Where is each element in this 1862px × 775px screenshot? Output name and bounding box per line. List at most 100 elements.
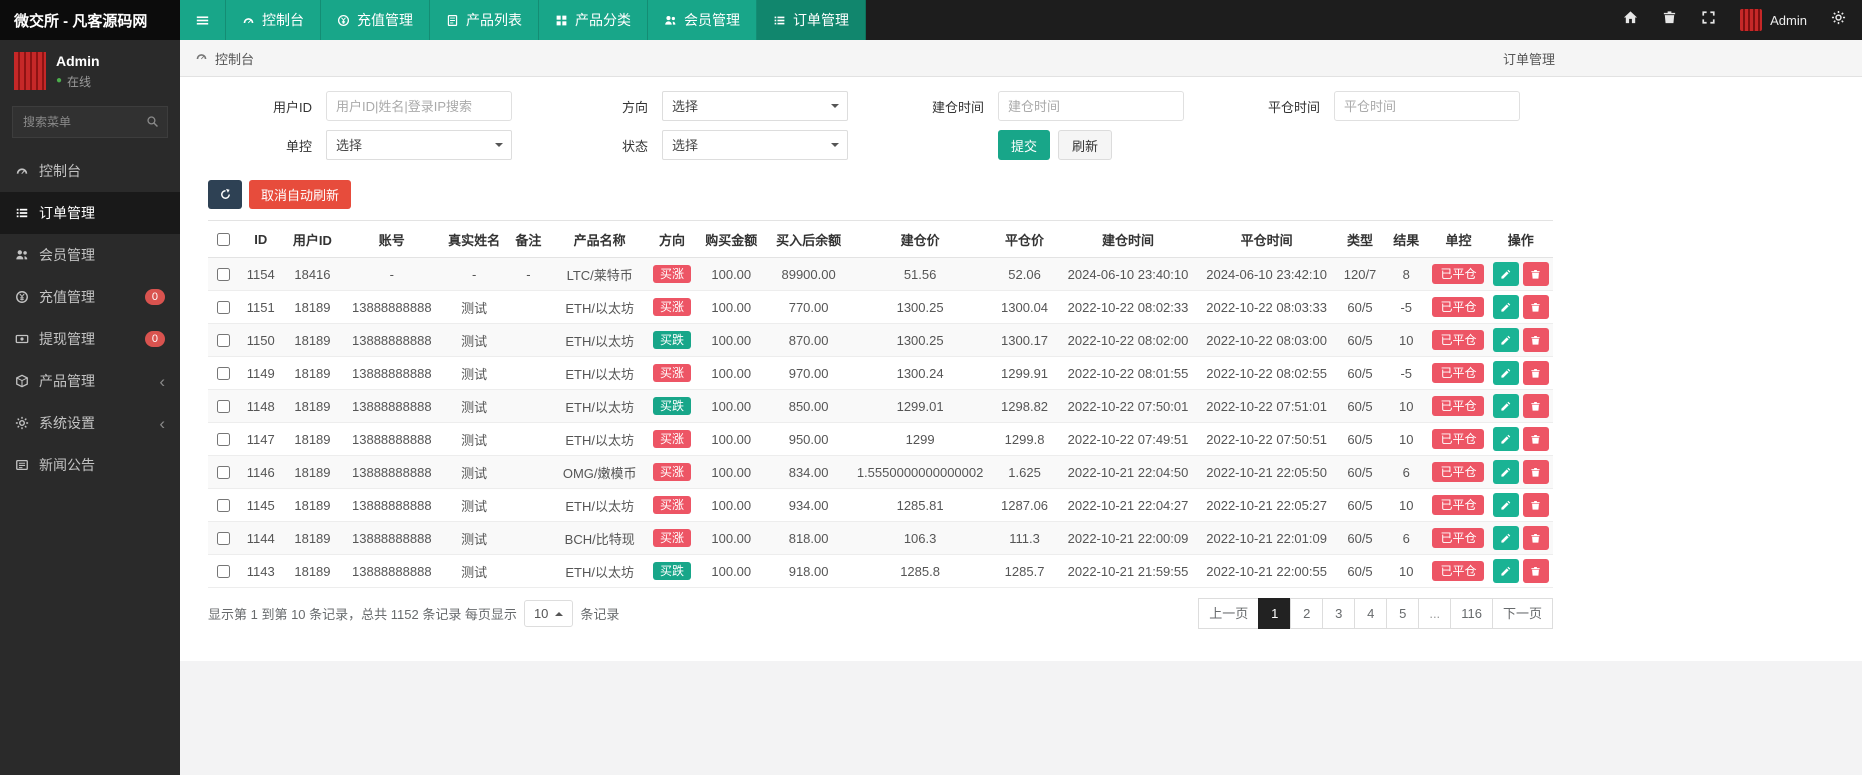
edit-button[interactable] <box>1493 328 1519 352</box>
trash-icon <box>1530 368 1541 379</box>
cell-user-id: 18189 <box>283 522 341 555</box>
delete-button[interactable] <box>1523 361 1549 385</box>
row-checkbox[interactable] <box>217 466 230 479</box>
column-header: 产品名称 <box>550 221 648 258</box>
delete-button[interactable] <box>1523 526 1549 550</box>
delete-button[interactable] <box>1523 295 1549 319</box>
cell-account: 13888888888 <box>342 390 442 423</box>
delete-button[interactable] <box>1523 427 1549 451</box>
delete-button[interactable] <box>1523 559 1549 583</box>
row-checkbox[interactable] <box>217 532 230 545</box>
sidebar-item-settings[interactable]: 系统设置‹ <box>0 402 180 444</box>
sidebar: Admin ● 在线 控制台订单管理会员管理充值管理0提现管理0产品管理‹系统设… <box>0 40 180 775</box>
sidebar-item-recharge[interactable]: 充值管理0 <box>0 276 180 318</box>
topnav-item-recharge[interactable]: 充值管理 <box>321 0 430 40</box>
position-status-badge: 已平仓 <box>1432 297 1484 317</box>
trash-icon <box>1530 467 1541 478</box>
select-all-checkbox[interactable] <box>217 233 230 246</box>
row-checkbox[interactable] <box>217 268 230 281</box>
control-select[interactable]: 选择 <box>326 130 512 160</box>
delete-button[interactable] <box>1523 493 1549 517</box>
sidebar-item-dashboard[interactable]: 控制台 <box>0 150 180 192</box>
sidebar-item-news[interactable]: 新闻公告 <box>0 444 180 486</box>
trash-icon[interactable] <box>1662 10 1677 30</box>
cell-remark <box>506 390 550 423</box>
row-checkbox[interactable] <box>217 433 230 446</box>
next-page-button[interactable]: 下一页 <box>1492 598 1553 629</box>
menu-toggle-button[interactable] <box>180 0 226 40</box>
page-button-116[interactable]: 116 <box>1450 598 1493 629</box>
row-checkbox[interactable] <box>217 367 230 380</box>
prev-page-button[interactable]: 上一页 <box>1198 598 1259 629</box>
sidebar-item-orders[interactable]: 订单管理 <box>0 192 180 234</box>
user-id-input[interactable] <box>326 91 512 121</box>
topnav-item-orders[interactable]: 订单管理 <box>757 0 866 40</box>
topnav-label: 会员管理 <box>684 10 740 30</box>
delete-button[interactable] <box>1523 394 1549 418</box>
row-checkbox[interactable] <box>217 400 230 413</box>
cell-open-price: 1300.24 <box>850 357 991 390</box>
sidebar-item-withdraw[interactable]: 提现管理0 <box>0 318 180 360</box>
topnav-item-members[interactable]: 会员管理 <box>648 0 757 40</box>
page-button-5[interactable]: 5 <box>1386 598 1419 629</box>
delete-button[interactable] <box>1523 262 1549 286</box>
edit-button[interactable] <box>1493 427 1519 451</box>
refresh-button[interactable]: 刷新 <box>1058 130 1112 160</box>
refresh-icon <box>219 188 232 201</box>
edit-button[interactable] <box>1493 526 1519 550</box>
edit-button[interactable] <box>1493 262 1519 286</box>
edit-button[interactable] <box>1493 394 1519 418</box>
cell-user-id: 18189 <box>283 291 341 324</box>
cell-user-id: 18189 <box>283 423 341 456</box>
sidebar-search-input[interactable] <box>12 106 168 138</box>
cell-real-name: - <box>442 258 506 291</box>
open-time-input[interactable] <box>998 91 1184 121</box>
top-menu: 控制台充值管理产品列表产品分类 会员管理订单管理 <box>180 0 866 40</box>
row-checkbox[interactable] <box>217 334 230 347</box>
cell-user-id: 18189 <box>283 456 341 489</box>
sidebar-item-products[interactable]: 产品管理‹ <box>0 360 180 402</box>
settings-gear-icon[interactable] <box>1831 10 1846 30</box>
edit-button[interactable] <box>1493 493 1519 517</box>
delete-button[interactable] <box>1523 328 1549 352</box>
edit-button[interactable] <box>1493 460 1519 484</box>
cell-remark <box>506 324 550 357</box>
submit-button[interactable]: 提交 <box>998 130 1050 160</box>
home-icon[interactable] <box>1623 10 1638 30</box>
edit-button[interactable] <box>1493 559 1519 583</box>
row-checkbox[interactable] <box>217 301 230 314</box>
dashboard-icon <box>195 50 208 66</box>
breadcrumb-right-label: 订单管理 <box>1503 49 1555 68</box>
topnav-item-dashboard[interactable]: 控制台 <box>226 0 321 40</box>
cancel-auto-refresh-button[interactable]: 取消自动刷新 <box>249 180 351 209</box>
cell-id: 1146 <box>238 456 283 489</box>
reload-table-button[interactable] <box>208 180 242 209</box>
direction-label: 方向 <box>544 97 662 116</box>
topnav-item-product-list[interactable]: 产品列表 <box>430 0 539 40</box>
page-button-3[interactable]: 3 <box>1322 598 1355 629</box>
cell-result: 6 <box>1384 456 1428 489</box>
edit-button[interactable] <box>1493 361 1519 385</box>
cell-type: 60/5 <box>1336 357 1384 390</box>
admin-menu[interactable]: Admin <box>1740 9 1807 31</box>
fullscreen-icon[interactable] <box>1701 10 1716 30</box>
row-checkbox[interactable] <box>217 565 230 578</box>
cell-balance: 934.00 <box>767 489 849 522</box>
page-size-select[interactable]: 10 <box>524 600 573 627</box>
column-header: 备注 <box>506 221 550 258</box>
cell-close-time: 2022-10-21 22:05:27 <box>1197 489 1336 522</box>
direction-select[interactable]: 选择 <box>662 91 848 121</box>
cell-product: ETH/以太坊 <box>550 555 648 588</box>
topnav-item-product-category[interactable]: 产品分类 <box>539 0 648 40</box>
page-button-1[interactable]: 1 <box>1258 598 1291 629</box>
row-checkbox[interactable] <box>217 499 230 512</box>
edit-button[interactable] <box>1493 295 1519 319</box>
sidebar-item-members[interactable]: 会员管理 <box>0 234 180 276</box>
close-time-input[interactable] <box>1334 91 1520 121</box>
cell-amount: 100.00 <box>695 522 767 555</box>
page-button-4[interactable]: 4 <box>1354 598 1387 629</box>
delete-button[interactable] <box>1523 460 1549 484</box>
close-time-label: 平仓时间 <box>1216 97 1334 116</box>
page-button-2[interactable]: 2 <box>1290 598 1323 629</box>
status-select[interactable]: 选择 <box>662 130 848 160</box>
